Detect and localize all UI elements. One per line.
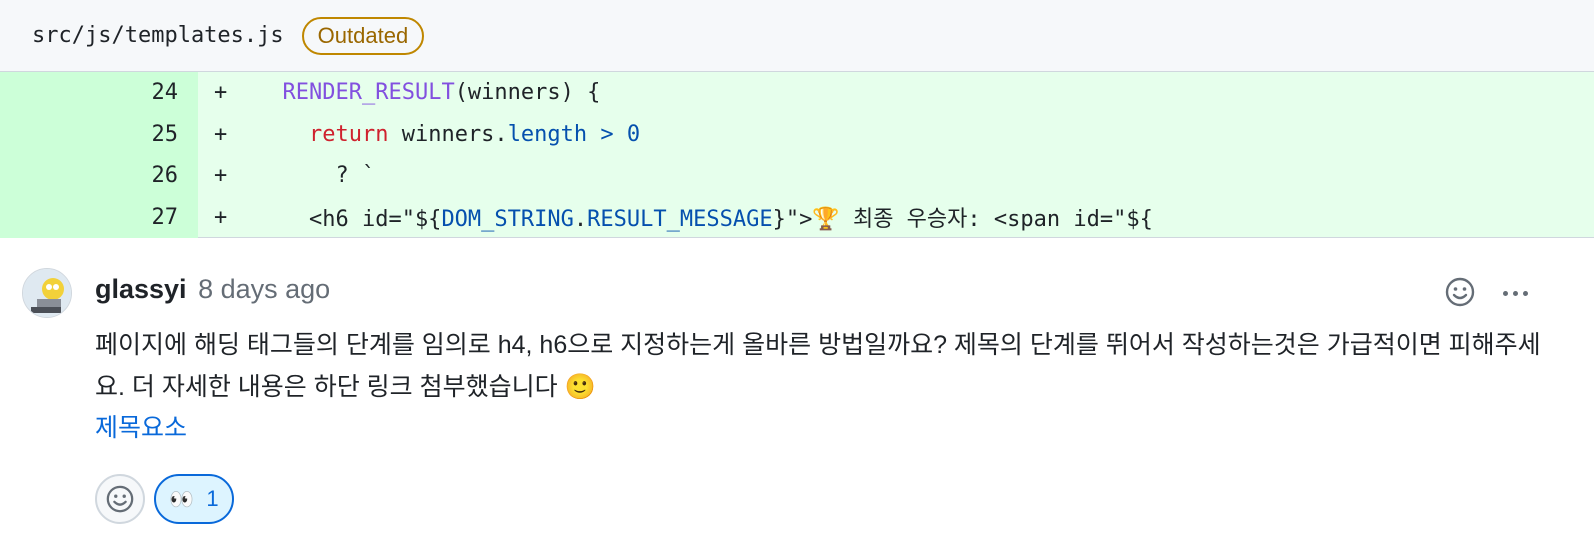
code-token: RENDER_RESULT <box>282 80 455 106</box>
diff-added-marker: + <box>214 121 228 147</box>
diff-line: 24 + RENDER_RESULT(winners) { <box>0 72 1594 114</box>
code-token: winners. <box>388 121 508 147</box>
avatar-illustration <box>23 269 71 317</box>
author-line: glassyi 8 days ago <box>95 274 330 305</box>
line-number[interactable]: 26 <box>0 155 198 197</box>
add-reaction-button[interactable] <box>95 474 145 524</box>
code-token: }">🏆 최종 우승자: <span id="${ <box>772 207 1153 233</box>
code-token: > 0 <box>600 121 641 147</box>
timestamp[interactable]: 8 days ago <box>198 274 330 304</box>
code-token: . <box>573 207 588 233</box>
code-line: RENDER_RESULT(winners) { <box>256 80 601 106</box>
diff-block: 24 + RENDER_RESULT(winners) { 25 + return w… <box>0 72 1594 238</box>
code-token: length <box>507 121 588 147</box>
eyes-reaction-button[interactable]: 👀 1 <box>154 474 234 524</box>
diff-added-marker: + <box>214 204 228 230</box>
diff-line: 26 + ? ` <box>0 155 1594 197</box>
reaction-count: 1 <box>206 486 219 511</box>
line-number[interactable]: 27 <box>0 196 198 238</box>
diff-line: 27 + <h6 id="${DOM_STRING.RESULT_MESSAGE}… <box>0 196 1594 238</box>
code-token: DOM_STRING <box>441 207 574 233</box>
code-token: <h6 id="${ <box>256 207 442 233</box>
outdated-badge: Outdated <box>301 16 425 55</box>
file-path[interactable]: src/js/templates.js <box>32 23 284 48</box>
author-name[interactable]: glassyi <box>95 274 187 304</box>
code-token: RESULT_MESSAGE <box>587 207 773 233</box>
comment-body: 페이지에 해딩 태그들의 단계를 임의로 h4, h6으로 지정하는게 올바른 … <box>95 331 1541 401</box>
line-number[interactable]: 24 <box>0 72 198 114</box>
eyes-emoji: 👀 <box>169 488 195 511</box>
diff-added-marker: + <box>214 163 228 189</box>
diff-added-marker: + <box>214 80 228 106</box>
more-options-icon[interactable] <box>1497 278 1533 308</box>
avatar[interactable] <box>22 268 72 318</box>
code-token: (winners) { <box>454 80 601 106</box>
add-reaction-icon[interactable] <box>1444 276 1476 308</box>
diff-line: 25 + return winners.length > 0 <box>0 113 1594 155</box>
code-token: ? ` <box>256 163 376 189</box>
file-header: src/js/templates.js Outdated <box>0 0 1594 72</box>
code-line: <h6 id="${DOM_STRING.RESULT_MESSAGE}">🏆 … <box>256 201 1153 233</box>
code-token: return <box>308 121 389 147</box>
review-comment: glassyi 8 days ago 페이지에 해딩 태그들의 단계를 임의로 … <box>0 238 1594 546</box>
heading-elements-link[interactable]: 제목요소 <box>95 408 187 444</box>
code-line: ? ` <box>256 163 375 188</box>
smiley-icon <box>106 485 134 513</box>
code-line: return winners.length > 0 <box>256 122 640 147</box>
line-number[interactable]: 25 <box>0 113 198 155</box>
